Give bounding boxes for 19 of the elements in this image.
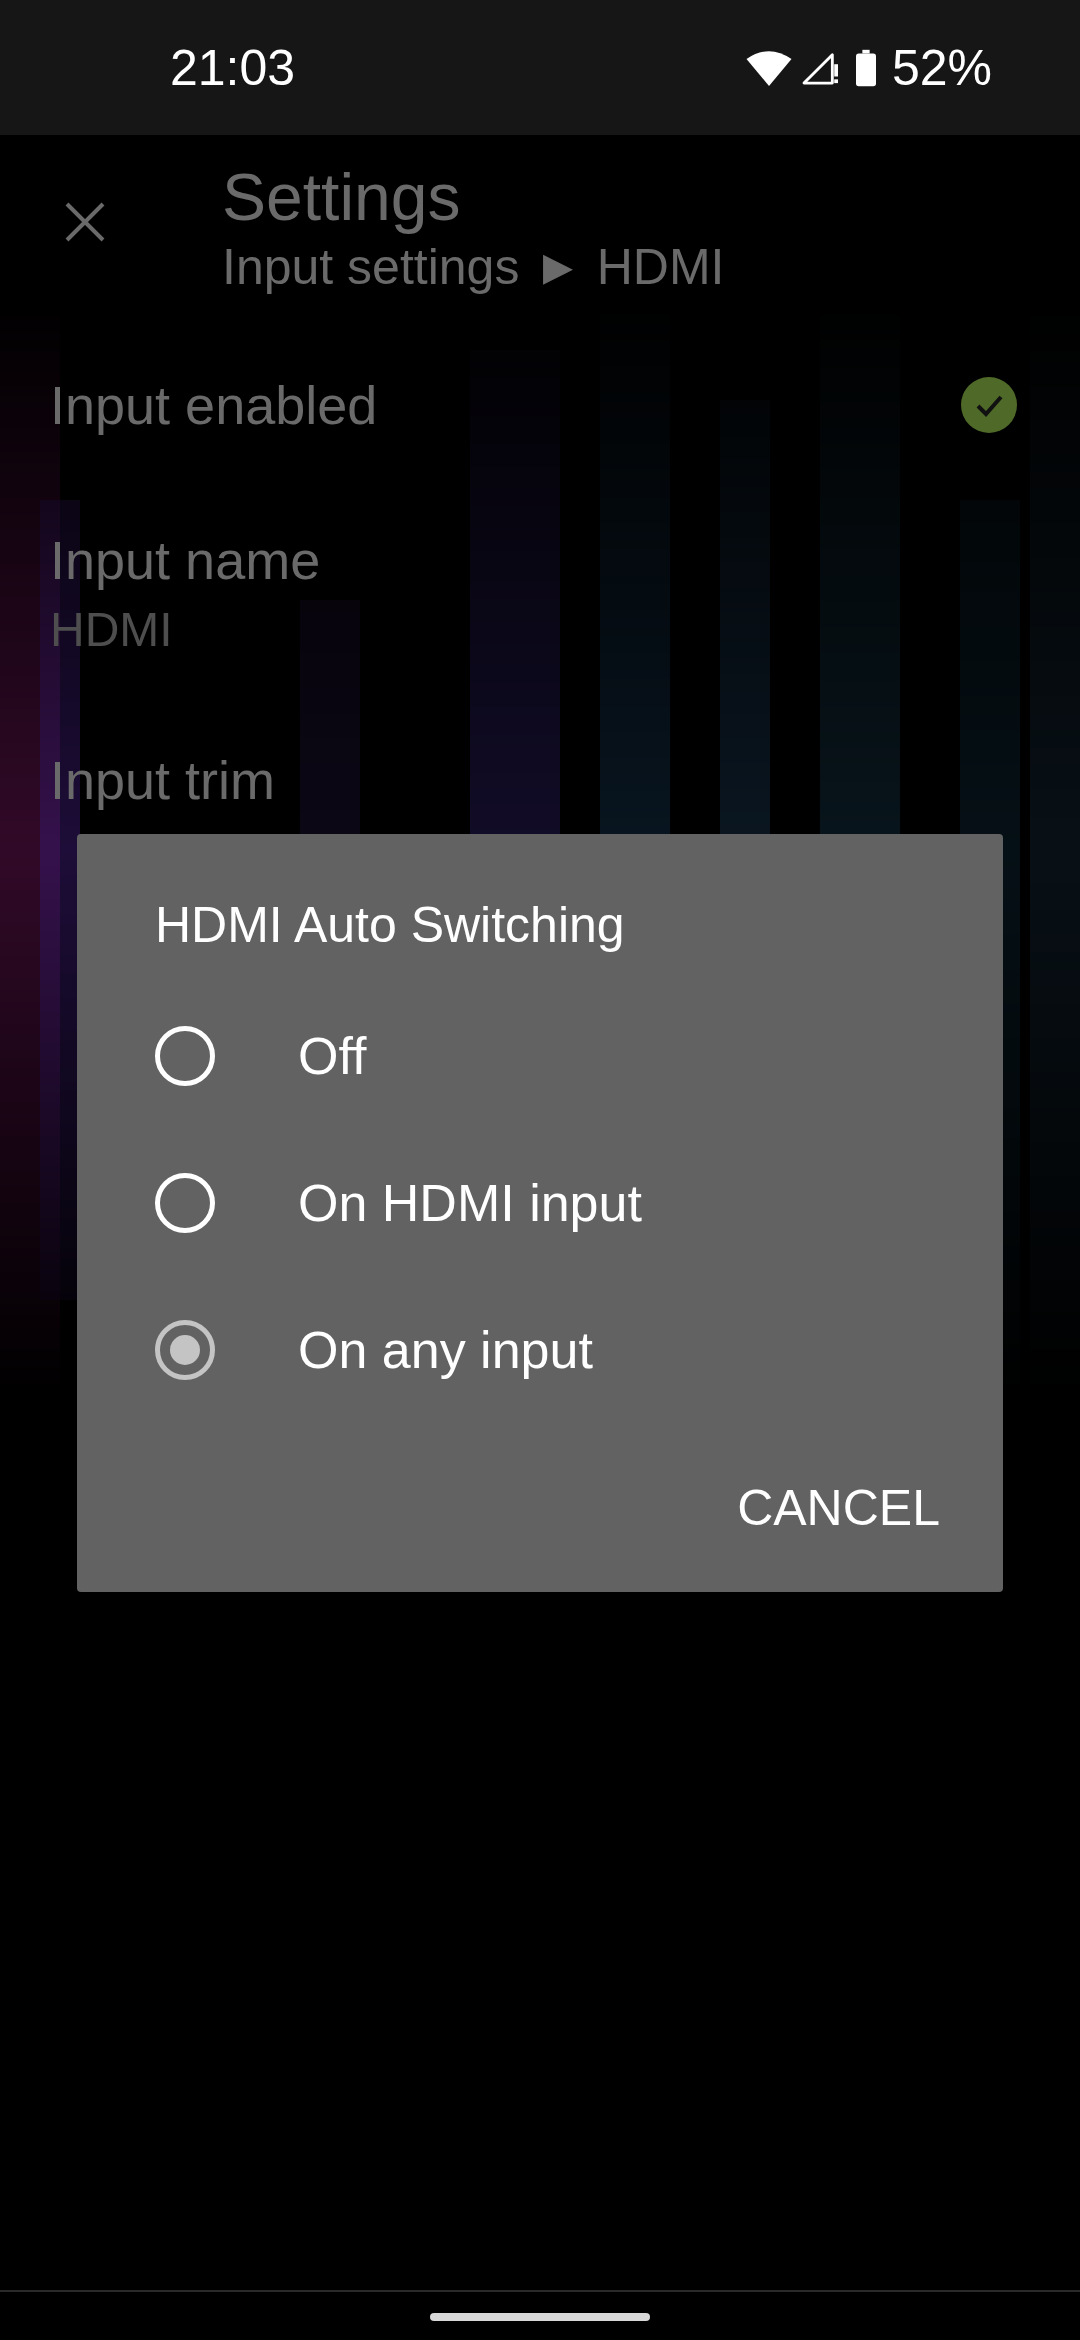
wifi-icon xyxy=(745,49,792,86)
dialog-title: HDMI Auto Switching xyxy=(155,896,625,955)
status-time: 21:03 xyxy=(170,38,296,97)
signal-icon xyxy=(801,50,840,85)
battery-icon xyxy=(855,48,876,87)
setting-label[interactable]: Input name xyxy=(50,525,321,595)
checked-icon[interactable] xyxy=(961,377,1017,433)
option-label[interactable]: Off xyxy=(298,1025,367,1086)
breadcrumb: Input settings ► HDMI xyxy=(222,238,725,297)
page-title: Settings xyxy=(222,159,462,236)
radio-button[interactable] xyxy=(155,1319,215,1380)
option-label[interactable]: On any input xyxy=(298,1319,593,1380)
setting-item[interactable]: Input enabled xyxy=(50,335,1017,475)
close-icon[interactable] xyxy=(65,202,105,242)
cancel-button[interactable]: CANCEL xyxy=(714,1468,963,1548)
option-label[interactable]: On HDMI input xyxy=(298,1172,642,1233)
battery-percentage: 52% xyxy=(891,38,992,97)
setting-value: HDMI xyxy=(50,602,173,658)
home-handle[interactable] xyxy=(430,2313,650,2321)
